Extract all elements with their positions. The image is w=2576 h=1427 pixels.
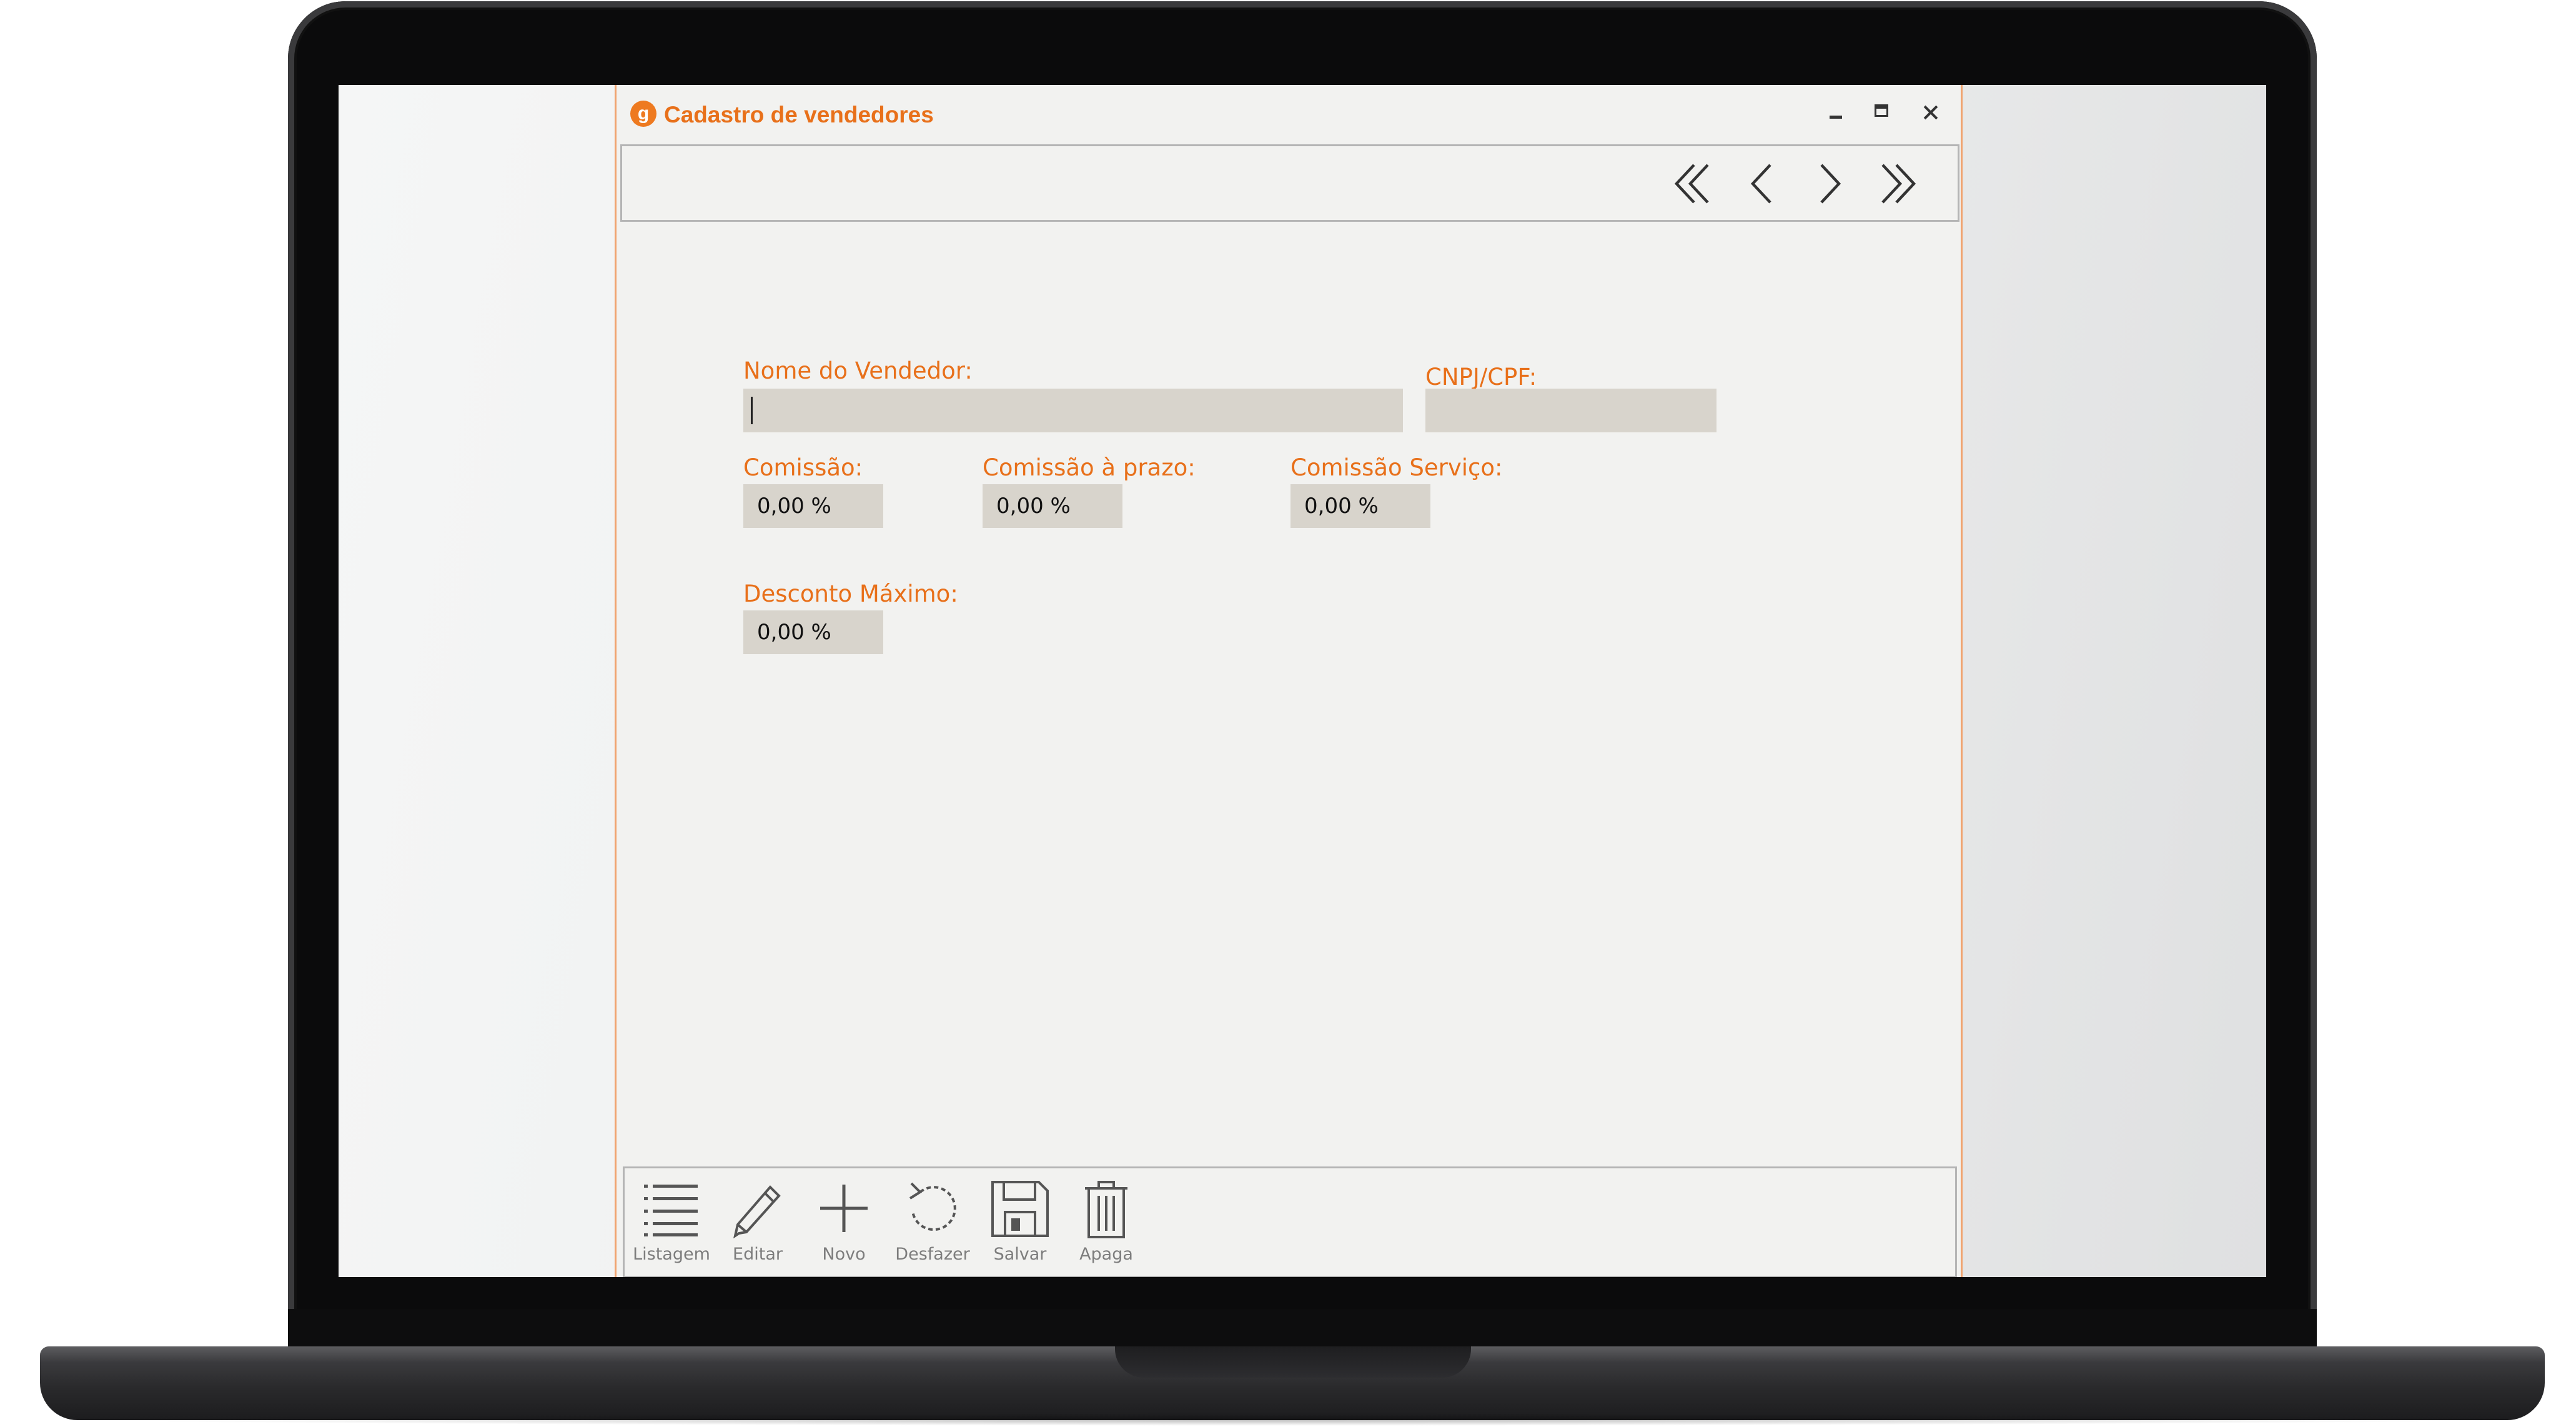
editar-label: Editar [733,1245,783,1264]
comissao-servico-label: Comissão Serviço: [1290,454,1503,481]
plus-icon [820,1185,868,1232]
desfazer-label: Desfazer [895,1245,970,1264]
comissao-prazo-input[interactable]: 0,00 % [983,484,1122,528]
pencil-icon [733,1185,781,1238]
trash-icon [1085,1181,1127,1238]
maximize-icon[interactable] [1867,97,1898,128]
nome-vendedor-input[interactable] [743,389,1403,432]
text-caret [751,397,753,424]
apaga-label: Apaga [1079,1245,1133,1264]
close-icon[interactable] [1915,97,1946,128]
laptop-chin [288,1309,2317,1346]
cnpj-cpf-input[interactable] [1425,389,1717,432]
double-chevron-right-icon [1881,164,1916,204]
cnpj-cpf-label: CNPJ/CPF: [1425,364,1537,390]
laptop-notch [1115,1346,1471,1378]
title-bar: g Cadastro de vendedores [617,85,1961,144]
novo-button[interactable]: Novo [803,1178,884,1272]
window-title: Cadastro de vendedores [664,102,934,127]
chevron-left-icon [1750,164,1771,204]
listagem-button[interactable]: Listagem [631,1178,712,1272]
double-chevron-left-icon [1674,164,1709,204]
laptop-screen: g Cadastro de vendedores Nome do Vendedo… [339,85,2266,1277]
minimize-icon[interactable] [1821,97,1852,128]
salvar-label: Salvar [993,1245,1047,1264]
editar-button[interactable]: Editar [717,1178,798,1272]
apaga-button[interactable]: Apaga [1066,1178,1147,1272]
listagem-label: Listagem [633,1245,710,1264]
floppy-disk-icon [991,1181,1049,1237]
comissao-label: Comissão: [743,454,863,481]
desconto-maximo-input[interactable]: 0,00 % [743,610,883,654]
record-navigation-bar [620,144,1959,222]
list-icon [644,1185,698,1236]
last-record-button[interactable] [1875,160,1919,207]
nome-vendedor-label: Nome do Vendedor: [743,357,973,384]
undo-icon [909,1182,956,1231]
novo-label: Novo [822,1245,866,1264]
previous-record-button[interactable] [1740,160,1784,207]
comissao-input[interactable]: 0,00 % [743,484,883,528]
comissao-servico-input[interactable]: 0,00 % [1290,484,1430,528]
desfazer-button[interactable]: Desfazer [892,1178,973,1272]
action-toolbar: Listagem Editar Novo Desfazer Salvar Apa… [623,1166,1957,1277]
chevron-right-icon [1820,164,1841,204]
salvar-button[interactable]: Salvar [979,1178,1061,1272]
comissao-prazo-label: Comissão à prazo: [983,454,1196,481]
first-record-button[interactable] [1672,160,1715,207]
desconto-maximo-label: Desconto Máximo: [743,580,958,607]
next-record-button[interactable] [1808,160,1851,207]
app-window: g Cadastro de vendedores Nome do Vendedo… [615,85,1963,1277]
app-logo-icon: g [630,101,656,127]
laptop-shadow [75,1413,2511,1426]
